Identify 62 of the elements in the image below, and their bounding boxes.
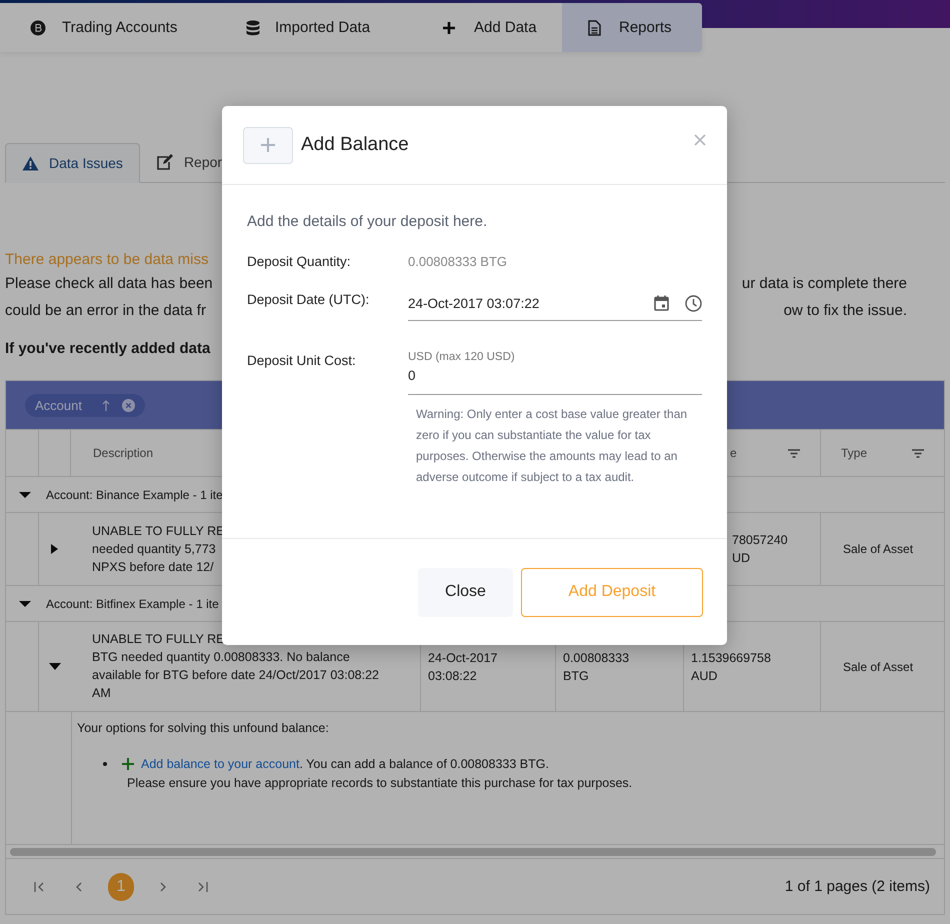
notice-text: Please check all data has been (5, 274, 213, 294)
notice-text: ur data is complete there (742, 274, 907, 294)
sub-tab[interactable]: Repor (140, 142, 238, 182)
caret-icon[interactable] (49, 662, 61, 672)
field-label: Deposit Quantity: (247, 253, 352, 271)
plus-icon (243, 126, 293, 164)
warning-icon (22, 156, 39, 170)
previous-page-icon[interactable] (75, 882, 82, 892)
group-chip[interactable]: Account (25, 394, 145, 416)
next-page-icon[interactable] (160, 882, 167, 892)
caret-icon[interactable] (18, 600, 32, 608)
sub-tab[interactable]: Data Issues (5, 143, 140, 183)
table-cell: Sale of Asset (843, 660, 914, 674)
filter-icon[interactable] (912, 448, 924, 458)
field-label: Deposit Date (UTC): (247, 291, 370, 309)
option-text: Add balance to your account. You can add a balance of 0.00808333 BTG. (141, 757, 549, 771)
remove-icon[interactable] (122, 398, 135, 412)
close-button[interactable]: Close (418, 568, 513, 616)
plus-icon (442, 20, 456, 34)
table-cell: Sale of Asset (843, 542, 914, 556)
add-balance-link[interactable]: Add balance to your account (141, 757, 300, 771)
edit-icon (156, 154, 174, 170)
chip-label: Account (35, 398, 82, 412)
document-icon (588, 20, 601, 36)
last-page-icon[interactable] (197, 882, 208, 892)
unit-cost-field[interactable]: USD (max 120 USD) 0 (408, 349, 702, 395)
notice-heading: If you've recently added data (5, 340, 210, 358)
first-page-icon[interactable] (34, 882, 45, 892)
nav-tab[interactable]: Add Data (412, 3, 562, 52)
dialog-intro: Add the details of your deposit here. (247, 213, 488, 230)
notice-text: could be an error in the data fr (5, 301, 206, 321)
warning-text: There appears to be data miss (5, 250, 208, 270)
table-cell-text: 78057240 UD (732, 532, 788, 567)
page-summary: 1 of 1 pages (2 items) (784, 878, 930, 895)
caret-icon[interactable] (18, 490, 32, 498)
sort-up-icon (102, 400, 110, 410)
quantity-value: 0.00808333 BTG (408, 254, 508, 269)
column-header[interactable]: Type (841, 446, 868, 460)
notice-text: ow to fix the issue. (784, 301, 907, 321)
table-cell-text: 0.00808333 BTG (563, 650, 630, 684)
nav-tab[interactable]: Imported Data (232, 3, 412, 52)
dialog-title: Add Balance (301, 134, 409, 156)
option-note: Please ensure you have appropriate records to substantiate this purchase for tax purposes. (127, 776, 632, 790)
date-field[interactable]: 24-Oct-2017 03:07:22 (408, 288, 702, 321)
nav-tab[interactable]: Trading Accounts (0, 3, 232, 52)
group-title: Account: Bitfinex Example - 1 ite (46, 596, 219, 610)
column-header[interactable]: e (730, 446, 737, 460)
field-label: Deposit Unit Cost: (247, 352, 357, 370)
filter-icon[interactable] (788, 448, 800, 458)
plus-icon (122, 758, 134, 770)
group-title: Account: Binance Example - 1 ite (46, 488, 223, 502)
calendar-icon[interactable] (654, 295, 669, 311)
detail-heading: Your options for solving this unfound balance: (77, 721, 330, 735)
database-icon (246, 20, 260, 36)
cost-warning: Warning: Only enter a cost base value greater than zero if you can substantiate the value for tax purposes. Otherwise the amounts may lead to an adverse outcome if subject to a tax audit. (416, 406, 688, 486)
clock-icon[interactable] (685, 294, 702, 312)
coin-icon (30, 20, 46, 36)
table-cell-text: 24-Oct-2017 03:08:22 (428, 650, 498, 684)
nav-tab[interactable]: Reports (562, 3, 702, 52)
table-cell-text: 1.1539669758 AUD (691, 650, 771, 684)
scrollbar[interactable] (10, 848, 936, 856)
column-header[interactable]: Description (93, 446, 154, 460)
